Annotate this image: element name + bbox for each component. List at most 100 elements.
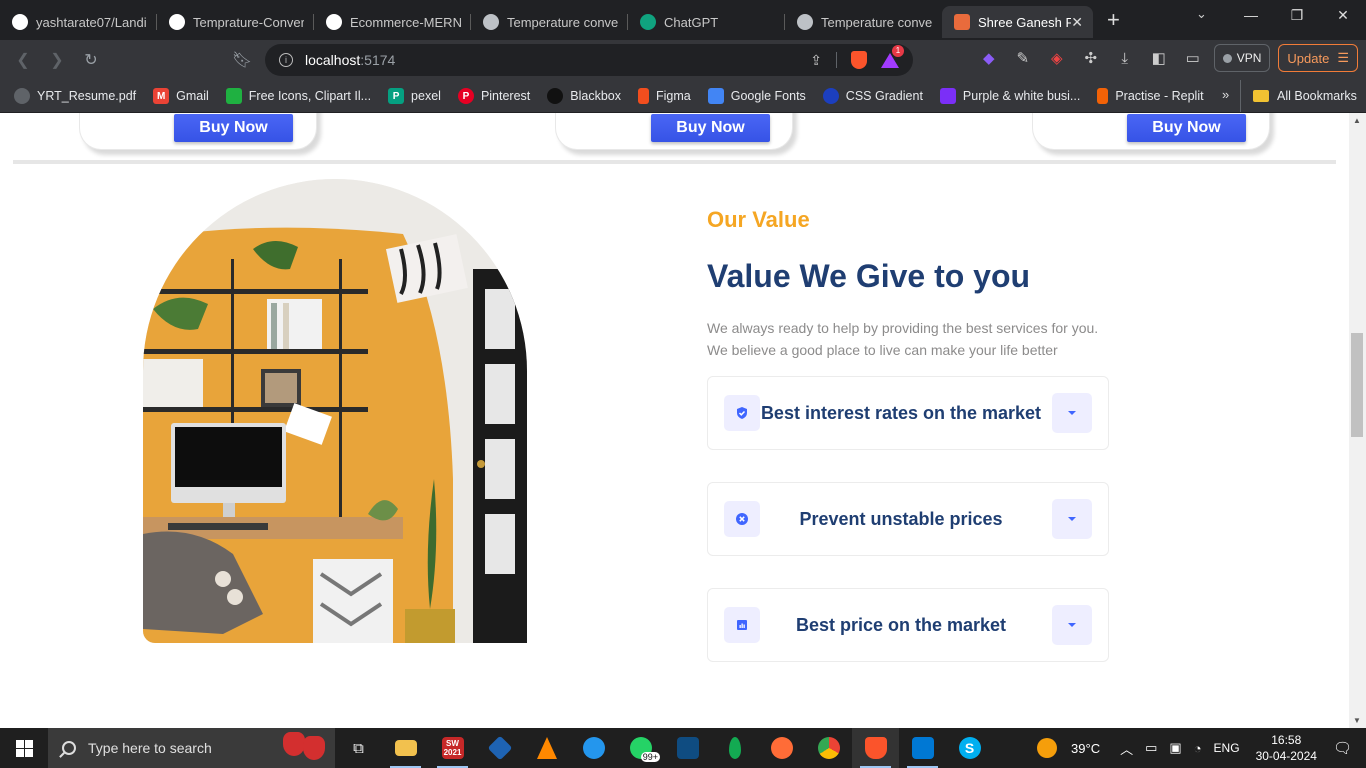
vpn-status-icon <box>1222 53 1232 63</box>
page-scrollbar[interactable]: ▲ ▼ <box>1349 113 1366 728</box>
browser-tab-bar: yashtarate07/Landing Temprature-Converte… <box>0 0 1366 40</box>
bookmark-item[interactable]: P Pinterest <box>457 88 530 104</box>
mysql-icon[interactable] <box>664 728 711 768</box>
tab-4[interactable]: ChatGPT <box>628 6 785 38</box>
extension-red-icon[interactable]: ◈ <box>1044 45 1070 71</box>
window-close-icon[interactable]: ✕ <box>1320 0 1366 30</box>
notifications-icon[interactable]: 🗨︎ <box>1333 739 1352 757</box>
bookmark-item[interactable]: Blackbox <box>547 88 621 104</box>
tab-1[interactable]: Temprature-Converte <box>157 6 314 38</box>
chevron-down-icon[interactable] <box>1052 605 1092 645</box>
skype-icon[interactable]: S <box>946 728 993 768</box>
tab-title: Ecommerce-MERN/R <box>350 14 461 30</box>
tab-5[interactable]: Temperature convert <box>785 6 942 38</box>
postman-icon[interactable] <box>758 728 805 768</box>
tab-6-active[interactable]: Shree Ganesh Fu ✕ <box>942 6 1093 38</box>
battery-icon[interactable]: ▭ <box>1145 740 1157 756</box>
tab-title: Temperature convert <box>821 14 932 30</box>
forward-icon[interactable]: ❯ <box>40 43 74 77</box>
wifi-icon[interactable]: ◔ <box>1194 741 1202 756</box>
bookmark-icon[interactable]: 🔖︎ <box>225 43 259 77</box>
puzzle-icon[interactable]: ✣ <box>1078 45 1104 71</box>
download-icon[interactable]: ⤓ <box>1112 45 1138 71</box>
windows-taskbar: Type here to search ⧉ SW 2021 99+ S 39°C … <box>0 728 1366 768</box>
tab-title: ChatGPT <box>664 14 719 30</box>
scroll-down-icon[interactable]: ▼ <box>1353 716 1361 725</box>
virtualbox-icon[interactable] <box>476 728 523 768</box>
tab-2[interactable]: Ecommerce-MERN/R <box>314 6 471 38</box>
bookmark-item[interactable]: Free Icons, Clipart Il... <box>225 88 371 104</box>
brave-browser-icon[interactable] <box>852 728 899 768</box>
section-divider <box>13 160 1336 164</box>
vpn-button[interactable]: VPN <box>1213 44 1271 72</box>
tray-overflow-icon[interactable]: ︿ <box>1120 739 1133 758</box>
address-bar[interactable]: i localhost:5174 ⇪ 1 <box>265 44 913 76</box>
all-bookmarks-button[interactable]: All Bookmarks <box>1240 80 1357 112</box>
new-tab-button[interactable]: + <box>1107 7 1120 33</box>
docker-icon[interactable] <box>570 728 617 768</box>
bookmark-item[interactable]: Figma <box>638 88 691 104</box>
brave-shields-icon[interactable] <box>851 51 867 69</box>
share-icon[interactable]: ⇪ <box>810 52 822 69</box>
wallet-icon[interactable]: ▭ <box>1180 45 1206 71</box>
section-heading: Value We Give to you <box>707 258 1031 294</box>
extension-purple-icon[interactable]: ◆ <box>976 45 1002 71</box>
tab-search-icon[interactable]: ⌄ <box>1196 6 1207 22</box>
temperature[interactable]: 39°C <box>1071 741 1100 756</box>
scroll-up-icon[interactable]: ▲ <box>1353 116 1361 125</box>
accordion-title: Best price on the market <box>795 614 1007 635</box>
restore-icon[interactable]: ❐ <box>1274 0 1320 30</box>
window-controls: — ❐ ✕ <box>1228 0 1366 30</box>
solidworks-icon[interactable]: SW 2021 <box>429 728 476 768</box>
whatsapp-icon[interactable]: 99+ <box>617 728 664 768</box>
file-explorer-icon[interactable] <box>382 728 429 768</box>
bookmark-item[interactable]: Ppexel <box>388 88 441 104</box>
bookmark-item[interactable]: YRT_Resume.pdf <box>14 88 136 104</box>
reload-icon[interactable]: ↻ <box>74 43 108 77</box>
chevron-down-icon[interactable] <box>1052 393 1092 433</box>
language-indicator[interactable]: ENG <box>1214 741 1240 755</box>
accordion-item[interactable]: Prevent unstable prices <box>707 482 1109 556</box>
clock[interactable]: 16:58 30-04-2024 <box>1256 732 1317 764</box>
taskbar-search[interactable]: Type here to search <box>48 728 335 768</box>
back-icon[interactable]: ❮ <box>6 43 40 77</box>
windows-logo-icon <box>15 739 33 757</box>
tab-title: Temprature-Converte <box>193 14 304 30</box>
start-button[interactable] <box>0 728 48 768</box>
chevron-down-icon[interactable] <box>1052 499 1092 539</box>
tab-0[interactable]: yashtarate07/Landing <box>0 6 157 38</box>
site-info-icon[interactable]: i <box>279 53 293 67</box>
pinterest-icon: P <box>457 88 474 104</box>
display-icon[interactable]: ▣ <box>1169 740 1181 756</box>
close-icon[interactable]: ✕ <box>1071 14 1083 31</box>
search-placeholder: Type here to search <box>88 740 212 756</box>
bookmark-item[interactable]: M Gmail <box>153 88 209 104</box>
chrome-icon[interactable] <box>805 728 852 768</box>
update-button[interactable]: Update ☰ <box>1278 44 1358 72</box>
description-line: We believe a good place to live can make… <box>707 342 1058 358</box>
arrow-glyph <box>1068 411 1076 415</box>
mongodb-icon[interactable] <box>711 728 758 768</box>
buy-now-button[interactable]: Buy Now <box>1127 114 1246 142</box>
accordion-item[interactable]: Best interest rates on the market <box>707 376 1109 450</box>
bookmark-item[interactable]: CSS Gradient <box>822 88 923 104</box>
task-view-icon[interactable]: ⧉ <box>335 728 382 768</box>
buy-now-button[interactable]: Buy Now <box>651 114 770 142</box>
gmail-icon: M <box>153 88 170 104</box>
bookmark-item[interactable]: Google Fonts <box>707 88 806 104</box>
vscode-icon[interactable] <box>899 728 946 768</box>
bookmarks-overflow-icon[interactable]: » <box>1222 87 1229 102</box>
scrollbar-thumb[interactable] <box>1351 333 1363 437</box>
vlc-icon[interactable] <box>523 728 570 768</box>
minimize-icon[interactable]: — <box>1228 0 1274 30</box>
close-circle-icon <box>724 501 760 537</box>
sidebar-icon[interactable]: ◧ <box>1146 45 1172 71</box>
globe-icon <box>797 14 813 30</box>
bookmark-item[interactable]: Purple & white busi... <box>939 88 1080 104</box>
bookmark-item[interactable]: Practise - Replit <box>1097 88 1204 104</box>
brave-rewards-icon[interactable]: 1 <box>881 44 904 68</box>
buy-now-button[interactable]: Buy Now <box>174 114 293 142</box>
eyedropper-icon[interactable]: ✎ <box>1010 45 1036 71</box>
accordion-item[interactable]: Best price on the market <box>707 588 1109 662</box>
tab-3[interactable]: Temperature convert <box>471 6 628 38</box>
